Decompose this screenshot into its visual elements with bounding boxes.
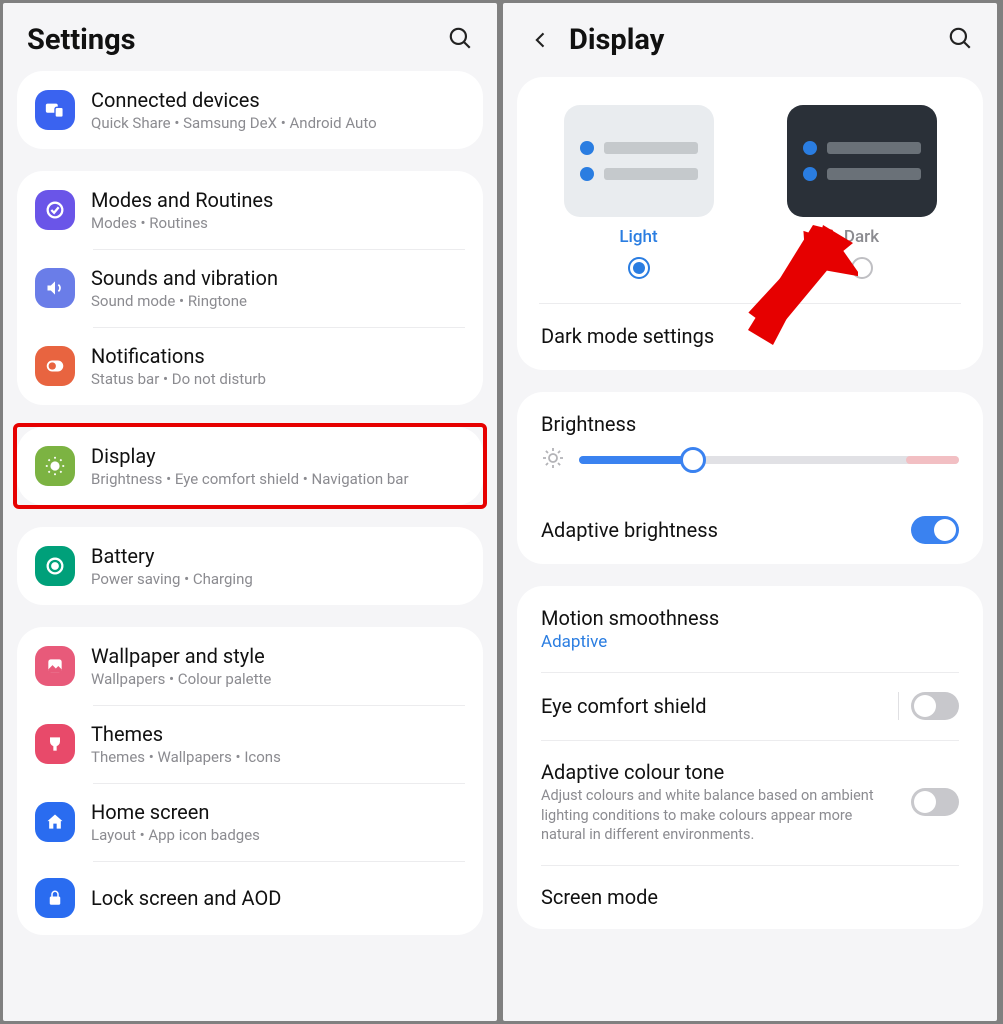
adaptive-colour-tone-row[interactable]: Adaptive colour tone Adjust colours and … xyxy=(517,740,983,865)
theme-card: Light Dark Dark mode settings xyxy=(517,77,983,370)
theme-option-light[interactable]: Light xyxy=(564,105,714,279)
brightness-slider[interactable] xyxy=(579,456,959,464)
theme-radio-dark[interactable] xyxy=(851,257,873,279)
eye-comfort-toggle[interactable] xyxy=(911,692,959,720)
item-subtitle: Brightness • Eye comfort shield • Naviga… xyxy=(91,470,409,488)
brightness-label: Brightness xyxy=(517,392,983,446)
settings-item-notifications[interactable]: Notifications Status bar • Do not distur… xyxy=(17,327,483,405)
wallpaper-icon xyxy=(35,646,75,686)
item-title: Lock screen and AOD xyxy=(91,886,281,910)
eye-comfort-row[interactable]: Eye comfort shield xyxy=(517,672,983,740)
settings-screen: Settings Connected devices Quick Share •… xyxy=(3,3,497,1021)
item-title: Themes xyxy=(91,722,281,746)
item-subtitle: Power saving • Charging xyxy=(91,570,253,588)
settings-group: Wallpaper and style Wallpapers • Colour … xyxy=(17,627,483,935)
item-title: Home screen xyxy=(91,800,260,824)
adaptive-brightness-toggle[interactable] xyxy=(911,516,959,544)
brightness-card: Brightness Adaptive brightness xyxy=(517,392,983,564)
item-subtitle: Status bar • Do not disturb xyxy=(91,370,266,388)
item-title: Battery xyxy=(91,544,253,568)
connected-devices-icon xyxy=(35,90,75,130)
settings-group: Connected devices Quick Share • Samsung … xyxy=(17,71,483,149)
item-subtitle: Sound mode • Ringtone xyxy=(91,292,278,310)
settings-item-connected-devices[interactable]: Connected devices Quick Share • Samsung … xyxy=(17,71,483,149)
settings-item-battery[interactable]: Battery Power saving • Charging xyxy=(17,527,483,605)
item-title: Modes and Routines xyxy=(91,188,273,212)
row-label: Eye comfort shield xyxy=(541,694,707,718)
item-subtitle: Layout • App icon badges xyxy=(91,826,260,844)
settings-group: Modes and Routines Modes • Routines Soun… xyxy=(17,171,483,405)
notifications-icon xyxy=(35,346,75,386)
row-value: Adaptive xyxy=(541,632,945,652)
settings-item-sounds[interactable]: Sounds and vibration Sound mode • Ringto… xyxy=(17,249,483,327)
item-subtitle: Quick Share • Samsung DeX • Android Auto xyxy=(91,114,377,132)
settings-item-wallpaper[interactable]: Wallpaper and style Wallpapers • Colour … xyxy=(17,627,483,705)
page-title: Display xyxy=(569,23,664,57)
settings-group: Battery Power saving • Charging xyxy=(17,527,483,605)
settings-group: Display Brightness • Eye comfort shield … xyxy=(17,427,483,505)
item-title: Notifications xyxy=(91,344,266,368)
highlight-box: Display Brightness • Eye comfort shield … xyxy=(13,423,487,509)
display-icon xyxy=(35,446,75,486)
back-button[interactable] xyxy=(527,26,555,54)
adaptive-brightness-row[interactable]: Adaptive brightness xyxy=(517,496,983,564)
settings-item-display[interactable]: Display Brightness • Eye comfort shield … xyxy=(17,427,483,505)
lock-icon xyxy=(35,878,75,918)
battery-icon xyxy=(35,546,75,586)
item-title: Display xyxy=(91,444,409,468)
item-subtitle: Wallpapers • Colour palette xyxy=(91,670,271,688)
theme-radio-light[interactable] xyxy=(628,257,650,279)
theme-label: Dark xyxy=(844,227,879,247)
item-title: Sounds and vibration xyxy=(91,266,278,290)
screen-mode-row[interactable]: Screen mode xyxy=(517,865,983,929)
settings-item-lock-screen[interactable]: Lock screen and AOD xyxy=(17,861,483,935)
brightness-sun-icon xyxy=(541,446,565,474)
row-description: Adjust colours and white balance based o… xyxy=(541,786,897,845)
row-label: Adaptive brightness xyxy=(541,518,718,542)
settings-item-themes[interactable]: Themes Themes • Wallpapers • Icons xyxy=(17,705,483,783)
item-subtitle: Themes • Wallpapers • Icons xyxy=(91,748,281,766)
divider xyxy=(898,692,899,720)
display-header: Display xyxy=(503,3,997,77)
row-label: Adaptive colour tone xyxy=(541,760,897,784)
item-title: Wallpaper and style xyxy=(91,644,271,668)
sound-icon xyxy=(35,268,75,308)
item-subtitle: Modes • Routines xyxy=(91,214,273,232)
item-title: Connected devices xyxy=(91,88,377,112)
display-screen: Display Light Dark xyxy=(503,3,997,1021)
dark-mode-settings-link[interactable]: Dark mode settings xyxy=(517,304,983,370)
dark-preview-icon xyxy=(787,105,937,217)
light-preview-icon xyxy=(564,105,714,217)
row-label: Motion smoothness xyxy=(541,606,945,630)
settings-header: Settings xyxy=(3,3,497,77)
theme-label: Light xyxy=(619,227,657,247)
settings-item-modes-routines[interactable]: Modes and Routines Modes • Routines xyxy=(17,171,483,249)
themes-icon xyxy=(35,724,75,764)
home-icon xyxy=(35,802,75,842)
modes-icon xyxy=(35,190,75,230)
display-options-card: Motion smoothness Adaptive Eye comfort s… xyxy=(517,586,983,929)
search-icon[interactable] xyxy=(447,25,473,55)
motion-smoothness-row[interactable]: Motion smoothness Adaptive xyxy=(517,586,983,672)
colour-tone-toggle[interactable] xyxy=(911,788,959,816)
page-title: Settings xyxy=(27,23,136,57)
settings-item-home-screen[interactable]: Home screen Layout • App icon badges xyxy=(17,783,483,861)
search-icon[interactable] xyxy=(947,25,973,55)
row-label: Screen mode xyxy=(541,885,658,909)
theme-option-dark[interactable]: Dark xyxy=(787,105,937,279)
